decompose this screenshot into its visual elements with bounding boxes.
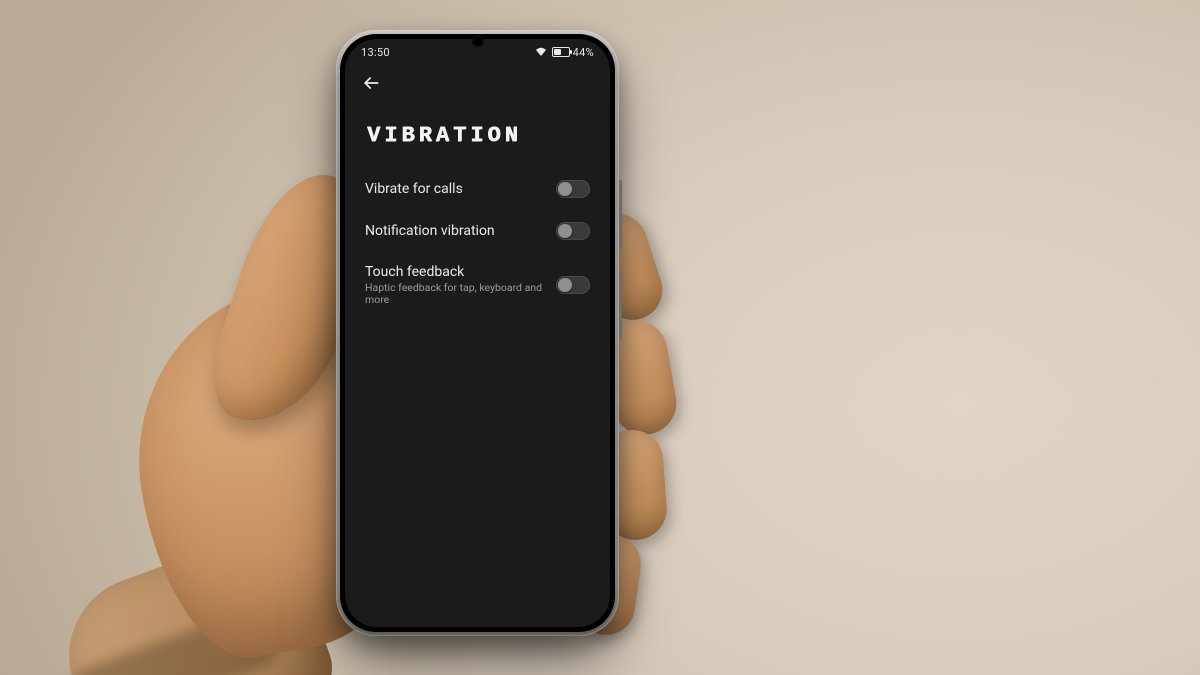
wifi-icon: [535, 46, 547, 59]
toggle-touch-feedback[interactable]: [556, 276, 590, 294]
setting-row-vibrate-calls[interactable]: Vibrate for calls: [365, 168, 590, 210]
battery-fill: [554, 49, 561, 55]
toggle-vibrate-calls[interactable]: [556, 180, 590, 198]
setting-row-touch-feedback[interactable]: Touch feedback Haptic feedback for tap, …: [365, 252, 590, 317]
back-button[interactable]: [357, 71, 385, 99]
setting-label: Notification vibration: [365, 223, 495, 239]
status-time: 13:50: [361, 46, 390, 59]
battery-text: 44%: [573, 46, 594, 59]
arrow-back-icon: [361, 73, 381, 97]
setting-row-notification-vibration[interactable]: Notification vibration: [365, 210, 590, 252]
settings-content: VIBRATION Vibrate for calls Notification…: [345, 105, 610, 317]
photo-scene: 13:50 44%: [0, 0, 1200, 675]
battery-indicator: 44%: [552, 46, 594, 59]
phone-screen: 13:50 44%: [345, 39, 610, 627]
setting-label: Vibrate for calls: [365, 181, 463, 197]
phone-device: 13:50 44%: [336, 30, 619, 636]
setting-label: Touch feedback: [365, 264, 556, 280]
toggle-notification-vibration[interactable]: [556, 222, 590, 240]
setting-sublabel: Haptic feedback for tap, keyboard and mo…: [365, 282, 556, 305]
page-title: VIBRATION: [367, 123, 590, 148]
app-bar: [345, 65, 610, 105]
front-camera: [474, 37, 482, 45]
